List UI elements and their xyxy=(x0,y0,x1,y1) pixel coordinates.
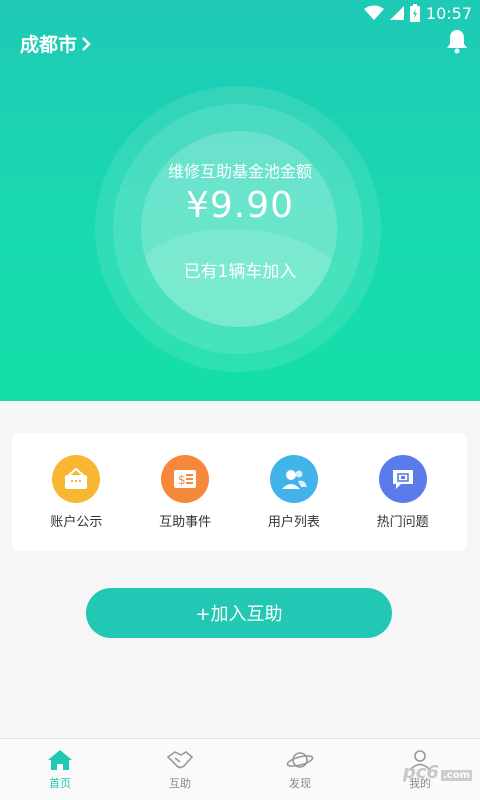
cars-joined-text: 已有1辆车加入 xyxy=(183,262,297,282)
question-chat-icon xyxy=(378,454,427,503)
battery-icon xyxy=(409,4,420,22)
join-mutual-aid-button[interactable]: +加入互助 xyxy=(86,588,392,638)
quick-action-label: 账户公示 xyxy=(50,514,103,530)
tab-home[interactable]: 首页 xyxy=(20,749,100,791)
status-time: 10:57 xyxy=(425,3,472,23)
hero-banner: 10:57 成都市 维修互助基金池金额 ¥9.90 已有1辆车加入 xyxy=(0,0,480,401)
quick-actions-card: 账户公示 $ 互助事件 用户列表 热门问题 xyxy=(12,433,467,551)
tab-label: 互助 xyxy=(169,776,191,790)
city-name: 成都市 xyxy=(20,34,78,56)
quick-action-events[interactable]: $ 互助事件 xyxy=(135,454,235,530)
signal-icon xyxy=(389,6,404,20)
event-ticket-icon: $ xyxy=(161,454,210,503)
tab-mutual-aid[interactable]: 互助 xyxy=(140,749,220,791)
quick-action-account[interactable]: 账户公示 xyxy=(26,454,126,530)
account-shop-icon xyxy=(52,454,101,503)
tab-discover[interactable]: 发现 xyxy=(260,749,340,791)
users-icon xyxy=(269,454,318,503)
quick-action-label: 热门问题 xyxy=(376,514,429,530)
planet-icon xyxy=(286,751,314,768)
tab-label: 发现 xyxy=(289,776,311,790)
wifi-icon xyxy=(363,5,384,20)
fund-label: 维修互助基金池金额 xyxy=(167,162,312,181)
quick-action-label: 互助事件 xyxy=(159,514,212,530)
watermark-logo: pc6 .com xyxy=(403,762,472,783)
tab-label: 首页 xyxy=(49,776,71,790)
city-selector[interactable]: 成都市 xyxy=(20,30,91,57)
svg-text:$: $ xyxy=(178,473,186,487)
fund-amount: ¥9.90 xyxy=(185,185,295,226)
watermark-sub: .com xyxy=(440,770,472,781)
chevron-right-icon xyxy=(82,36,91,51)
watermark-text: pc6 xyxy=(402,762,439,783)
handshake-icon xyxy=(166,750,194,768)
bell-icon[interactable] xyxy=(446,28,468,54)
quick-action-label: 用户列表 xyxy=(267,514,320,530)
quick-action-faq[interactable]: 热门问题 xyxy=(353,454,453,530)
status-bar: 10:57 xyxy=(0,0,480,26)
home-icon xyxy=(48,749,72,770)
quick-action-users[interactable]: 用户列表 xyxy=(244,454,344,530)
